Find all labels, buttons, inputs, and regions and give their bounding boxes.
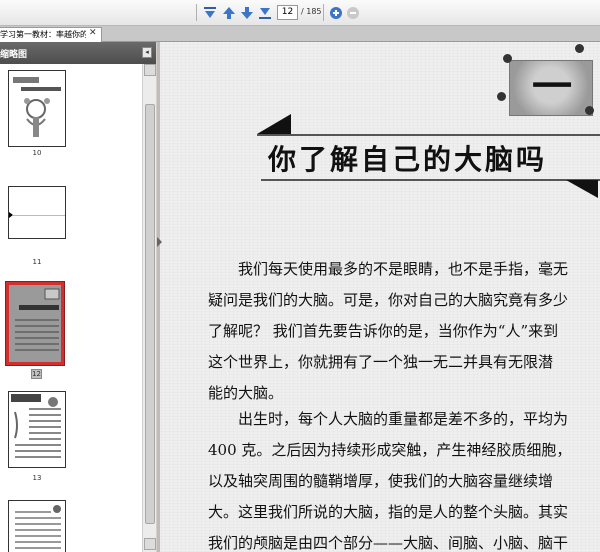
text-line: 400 克。之后因为持续形成突触，产生神经胶质细胞， [208, 441, 572, 459]
decorative-splat-icon [497, 92, 506, 101]
toolbar-separator [323, 4, 324, 21]
text-line: 这个世界上，你就拥有了一个独一无二并具有无限潜 [208, 353, 554, 371]
previous-page-button[interactable] [221, 5, 237, 21]
page-thumbnail[interactable] [8, 391, 66, 468]
scroll-down-arrow[interactable] [144, 538, 156, 550]
scroll-up-arrow[interactable] [144, 64, 156, 76]
title-rule-top [257, 134, 600, 136]
page-number-input[interactable]: 12 [277, 5, 298, 20]
text-line: 了解呢？ 我们首先要告诉你的是，当你作为“人”来到 [208, 322, 559, 340]
page-total-label: / 185 [301, 7, 322, 16]
paragraph-2: 出生时，每个人大脑的重量都是差不多的，平均为 400 克。之后因为持续形成突触，… [208, 404, 600, 552]
text-line: 我们的颅脑是由四个部分——大脑、间脑、小脑、脑干 [208, 534, 569, 552]
text-line: 以及轴突周围的髓鞘增厚，使我们的大脑容量继续增 [208, 472, 554, 490]
zoom-in-icon[interactable] [328, 5, 344, 21]
text-line: 大。这里我们所说的大脑，指的是人的整个头脑。其实 [208, 503, 569, 521]
title-ornament-top [257, 114, 291, 134]
text-line: 出生时，每个人大脑的重量都是差不多的，平均为 [238, 410, 569, 428]
page-thumbnail[interactable] [8, 186, 66, 239]
document-tab[interactable]: 学习第一教材：率越你的... ✕ [0, 27, 102, 42]
document-tab-label: 学习第一教材：率越你的... [0, 30, 86, 39]
paragraph-1: 我们每天使用最多的不是眼睛，也不是手指，毫无 疑问是我们的大脑。可是，你对自己的… [208, 254, 600, 409]
chapter-number: 一 [532, 63, 572, 110]
decorative-splat-icon [585, 106, 594, 115]
zoom-out-icon[interactable] [345, 5, 361, 21]
toolbar: 12 / 185 [0, 0, 600, 26]
thumbnail-scrollbar[interactable] [142, 64, 156, 552]
chapter-title: 你了解自己的大脑吗 [268, 143, 548, 176]
last-page-button[interactable] [257, 5, 273, 21]
page-thumbnail[interactable] [8, 500, 66, 552]
thumbnail-list: 10 11 12 13 [0, 64, 142, 552]
thumbnail-page-label: 10 [32, 149, 42, 157]
close-tab-icon[interactable]: ✕ [89, 28, 97, 38]
panel-header: 缩略图 ◂ [0, 42, 156, 64]
thumbnail-page-label-selected: 12 [31, 369, 42, 379]
title-rule-bottom [261, 179, 600, 181]
page-edge [157, 42, 160, 552]
page-thumbnail[interactable] [8, 70, 66, 147]
panel-title: 缩略图 [0, 50, 28, 60]
decorative-splat-icon [575, 44, 584, 53]
page-thumbnail-selected[interactable] [6, 282, 64, 365]
thumbnail-page-label: 11 [32, 258, 42, 266]
document-view[interactable]: 一 你了解自己的大脑吗 我们每天使用最多的不是眼睛，也不是手指，毫无 疑问是我们… [157, 42, 600, 552]
toolbar-separator [196, 4, 197, 21]
first-page-button[interactable] [202, 5, 218, 21]
chapter-number-box: 一 [509, 60, 593, 116]
collapse-panel-icon[interactable]: ◂ [142, 47, 152, 58]
text-line: 我们每天使用最多的不是眼睛，也不是手指，毫无 [238, 260, 569, 278]
text-line: 疑问是我们的大脑。可是，你对自己的大脑究竟有多少 [208, 291, 569, 309]
title-ornament-bottom [566, 180, 598, 198]
decorative-splat-icon [503, 54, 512, 63]
next-page-button[interactable] [239, 5, 255, 21]
scrollbar-thumb[interactable] [145, 104, 155, 524]
document-tab-bar: 学习第一教材：率越你的... ✕ [0, 26, 600, 42]
page-marker-icon [157, 237, 162, 247]
thumbnail-panel: 缩略图 ◂ 10 11 12 13 [0, 42, 156, 552]
thumbnail-page-label: 13 [32, 474, 42, 482]
